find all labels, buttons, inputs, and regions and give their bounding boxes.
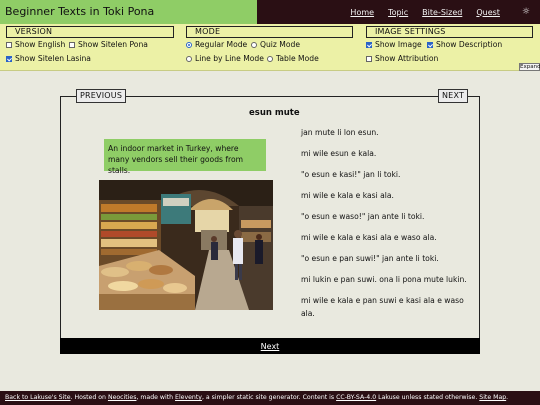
line-by-line-mode-radio[interactable]: Line by Line Mode xyxy=(186,54,264,64)
story-line: mi wile e kala e kasi ala. xyxy=(301,191,394,200)
theme-toggle-icon[interactable]: ☼ xyxy=(522,7,530,17)
checkbox-unchecked xyxy=(69,42,75,48)
checkbox-checked xyxy=(427,42,433,48)
radio-unselected xyxy=(251,42,257,48)
radio-selected xyxy=(186,42,192,48)
show-attribution-checkbox[interactable]: Show Attribution xyxy=(366,54,438,64)
next-link[interactable]: Next xyxy=(261,342,280,351)
checkbox-unchecked xyxy=(366,56,372,62)
story-line: mi lukin e pan suwi. ona li pona mute lu… xyxy=(301,275,467,284)
market-photo xyxy=(99,180,273,310)
story-line: mi wile e kala e pan suwi e kasi ala e w… xyxy=(301,296,464,318)
story-line: "o esun e pan suwi!" jan ante li toki. xyxy=(301,254,439,263)
nav-link-quest[interactable]: Quest xyxy=(476,8,500,17)
eleventy-link[interactable]: Eleventy xyxy=(175,394,202,401)
show-sitelen-pona-checkbox[interactable]: Show Sitelen Pona xyxy=(69,40,148,50)
image-settings-heading: IMAGE SETTINGS xyxy=(366,26,533,38)
image-description: An indoor market in Turkey, where many v… xyxy=(104,139,266,175)
show-english-checkbox[interactable]: Show English xyxy=(6,40,65,50)
checkbox-checked xyxy=(6,56,12,62)
checkbox-unchecked xyxy=(6,42,12,48)
story-line: "o esun e kasi!" jan li toki. xyxy=(301,170,401,179)
nav-link-topic[interactable]: Topic xyxy=(388,8,408,17)
footer: Back to Lakuse's Site. Hosted on Neociti… xyxy=(0,391,540,405)
version-heading: VERSION xyxy=(6,26,174,38)
previous-button[interactable]: PREVIOUS xyxy=(76,89,127,103)
story-title: esun mute xyxy=(249,108,300,118)
show-sitelen-lasina-checkbox[interactable]: Show Sitelen Lasina xyxy=(6,54,91,64)
story-line: "o esun e waso!" jan ante li toki. xyxy=(301,212,425,221)
radio-unselected xyxy=(186,56,192,62)
expand-button[interactable]: Expand xyxy=(519,63,540,71)
story-line: mi wile esun e kala. xyxy=(301,149,377,158)
license-link[interactable]: CC-BY-SA-4.0 xyxy=(336,394,376,401)
story-line: mi wile e kala e kasi ala e waso ala. xyxy=(301,233,437,242)
regular-mode-radio[interactable]: Regular Mode xyxy=(186,40,247,50)
neocities-link[interactable]: Neocities xyxy=(108,394,137,401)
nav-link-bite-sized[interactable]: Bite-Sized xyxy=(422,8,462,17)
story-line: jan mute li lon esun. xyxy=(301,128,379,137)
next-bar: Next xyxy=(60,338,480,354)
show-image-checkbox[interactable]: Show Image xyxy=(366,40,422,50)
table-mode-radio[interactable]: Table Mode xyxy=(267,54,319,64)
checkbox-checked xyxy=(366,42,372,48)
mode-heading: MODE xyxy=(186,26,353,38)
next-button-top[interactable]: NEXT xyxy=(438,89,469,103)
settings-panel: VERSION MODE IMAGE SETTINGS Show English… xyxy=(0,24,540,71)
site-map-link[interactable]: Site Map xyxy=(479,394,506,401)
top-bar: Beginner Texts in Toki Pona Home Topic B… xyxy=(0,0,540,24)
quiz-mode-radio[interactable]: Quiz Mode xyxy=(251,40,300,50)
main-nav: Home Topic Bite-Sized Quest ☼ xyxy=(257,0,540,24)
site-title: Beginner Texts in Toki Pona xyxy=(0,0,257,24)
back-to-site-link[interactable]: Back to Lakuse's Site xyxy=(5,394,71,401)
radio-unselected xyxy=(267,56,273,62)
show-description-checkbox[interactable]: Show Description xyxy=(427,40,502,50)
nav-link-home[interactable]: Home xyxy=(350,8,374,17)
